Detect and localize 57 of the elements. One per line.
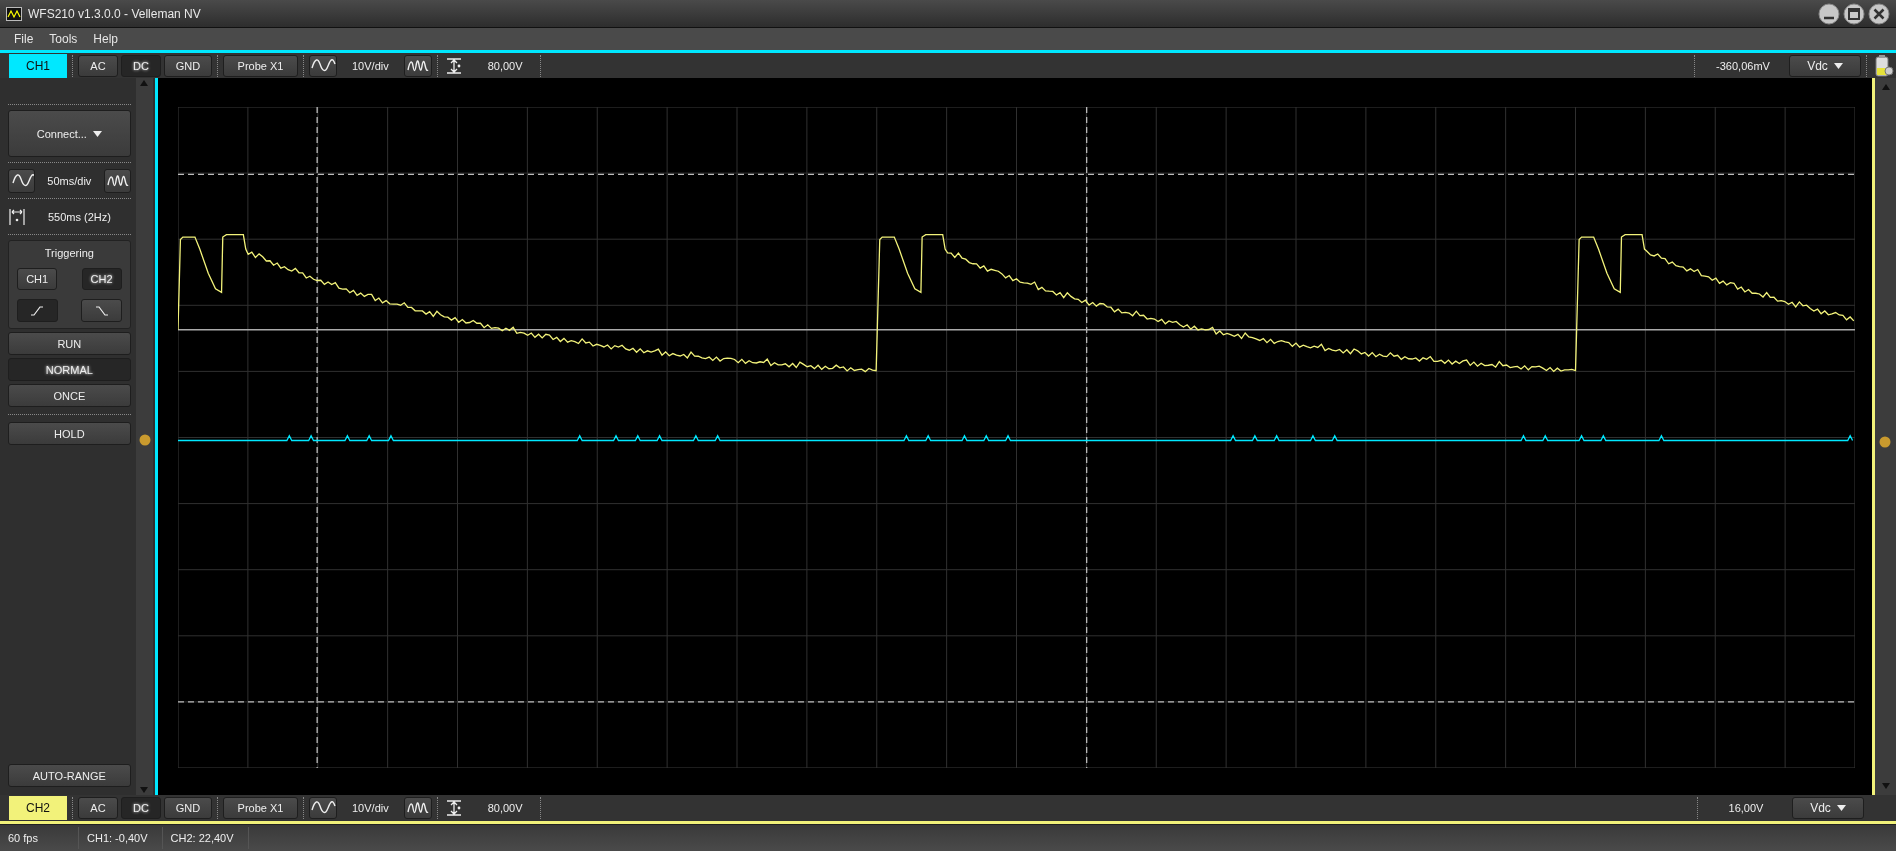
rising-edge-button[interactable] [16,299,58,323]
increase-volts-button[interactable] [403,796,432,819]
channel-label[interactable]: CH1 [9,53,67,78]
channel-label[interactable]: CH2 [9,795,67,820]
faster-timebase-button[interactable] [103,168,131,193]
falling-edge-button[interactable] [81,299,122,323]
caret-icon [1833,62,1843,69]
reading-text: -360,06mV [1715,59,1771,72]
menu-item[interactable]: Tools [43,30,84,49]
coupling-button[interactable]: AC [78,796,118,819]
hold-button[interactable]: HOLD [8,422,131,446]
probe-button[interactable]: Probe X1 [223,796,298,819]
mode-button[interactable]: RUN [8,332,131,356]
period-text: 550ms (2Hz) [48,210,111,223]
status-text: CH1: -0,40V [87,826,163,849]
status-text: 60 fps [8,826,79,849]
maximize-icon[interactable] [1843,2,1865,25]
timebase-text: 50ms/div [47,174,92,187]
increase-volts-button[interactable] [403,54,432,77]
triggering-title: Triggering [44,247,94,260]
offset-text: 80,00V [486,801,524,814]
minimize-icon[interactable] [1818,2,1840,25]
slider-handle-icon[interactable] [1879,436,1891,449]
window-title: WFS210 v1.3.0.0 - Velleman NV [28,6,202,21]
unit-dropdown[interactable]: Vdc [1792,796,1864,819]
close-icon[interactable] [1868,2,1890,25]
coupling-button[interactable]: AC [78,54,118,77]
decrease-volts-button[interactable] [309,796,337,819]
mode-button[interactable]: ONCE [8,384,131,408]
coupling-button[interactable]: GND [164,796,212,819]
reading-text: 16,00V [1727,801,1765,814]
probe-button[interactable]: Probe X1 [223,54,298,77]
scrollbar[interactable] [1872,78,1896,796]
decrease-volts-button[interactable] [309,54,337,77]
status-text: CH2: 22,40V [170,826,249,849]
volts-per-div-text: 10V/div [351,801,390,814]
period-measure-icon[interactable] [8,206,26,227]
mode-button[interactable]: NORMAL [8,358,131,382]
volts-per-div-text: 10V/div [351,59,390,72]
auto-range-button[interactable]: AUTO-RANGE [8,764,131,788]
menu-item[interactable]: Help [87,30,125,49]
trigger-source-button[interactable]: CH1 [17,268,58,291]
slower-timebase-button[interactable] [8,168,35,193]
caret-icon [1836,804,1846,811]
unit-dropdown[interactable]: Vdc [1789,54,1861,77]
battery-icon [1872,53,1894,78]
scrollbar[interactable] [135,78,154,796]
coupling-button[interactable]: DC [121,54,161,77]
slider-handle-icon[interactable] [138,434,151,447]
oscilloscope-icon [6,6,22,21]
menu-item[interactable]: File [8,30,40,49]
offset-text: 80,00V [486,59,524,72]
coupling-button[interactable]: DC [121,796,161,819]
trigger-source-button[interactable]: CH2 [81,268,122,291]
coupling-button[interactable]: GND [164,54,212,77]
connect-dropdown[interactable]: Connect... [8,110,131,158]
caret-icon [92,130,102,137]
